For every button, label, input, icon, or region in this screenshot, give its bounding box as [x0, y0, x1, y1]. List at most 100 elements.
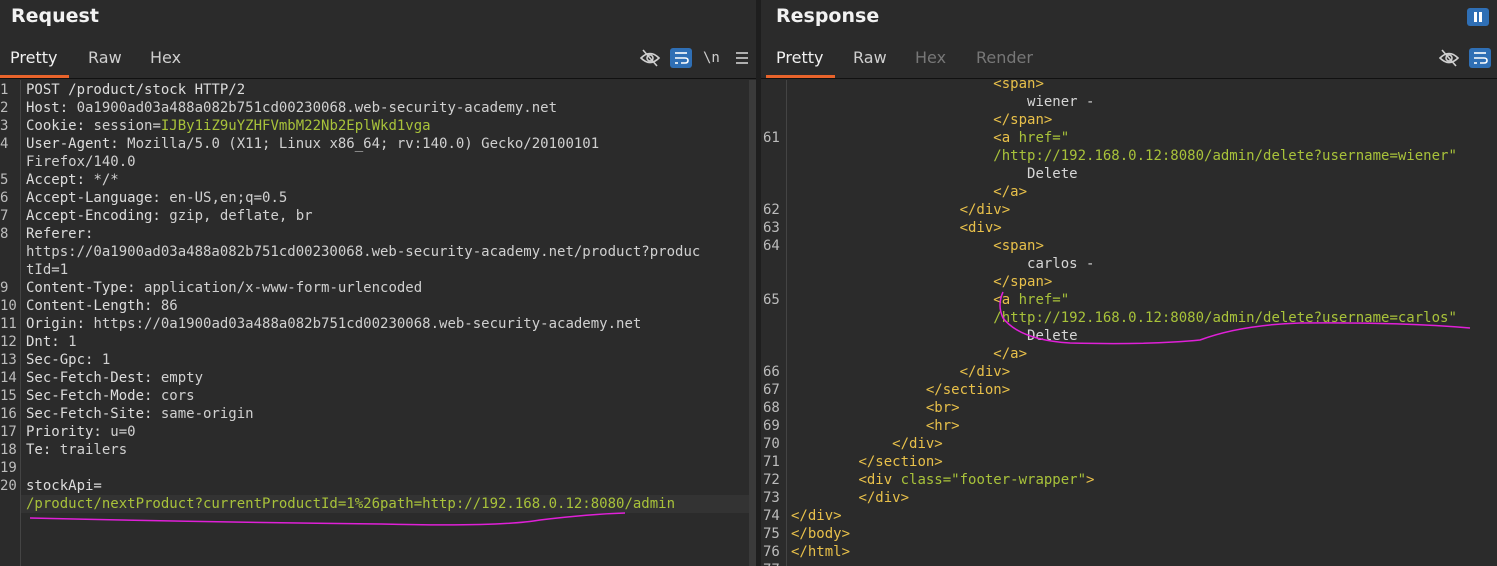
html-tag: </span> [993, 112, 1053, 128]
header-value: 0a1900ad03a488a082b751cd00230068.web-sec… [76, 100, 558, 116]
header-name: Sec-Fetch-Site: [26, 406, 161, 422]
line-number-gutter: 61 62 63 64 65 66 67 68 69 70 71 72 73 74 75 7677 [761, 80, 787, 566]
html-tag: </section> [925, 382, 1011, 398]
response-line: <a href=" [791, 291, 1069, 309]
html-tag: </a> [993, 184, 1028, 200]
html-tag: <span> [993, 238, 1044, 254]
line-number: 5 [0, 172, 9, 188]
line-number: 20 [0, 478, 17, 494]
header-name: Te: [26, 442, 60, 458]
response-editor[interactable]: 61 62 63 64 65 66 67 68 69 70 71 72 73 74 75 7677 <span… [761, 76, 1497, 566]
header-value: same-origin [160, 406, 254, 422]
header-value: u=0 [110, 424, 136, 440]
response-pane: Response Pretty Raw Hex Render 61 62 63 64 6… [761, 0, 1497, 566]
header-name: Sec-Gpc: [26, 352, 102, 368]
header-name: POST /product/stock HTTP/2 [26, 82, 246, 98]
header-value: 86 [160, 298, 178, 314]
request-line: Dnt: 1 [26, 333, 77, 351]
request-line: Referer: [26, 225, 102, 243]
line-number: 74 [763, 508, 780, 524]
header-value: application/x-www-form-urlencoded [144, 280, 423, 296]
request-line: Accept-Encoding: gzip, deflate, br [26, 207, 313, 225]
line-number: 61 [763, 130, 780, 146]
html-tag: <div> [959, 220, 1002, 236]
html-tag: </div> [791, 508, 842, 524]
line-number: 16 [0, 406, 17, 422]
response-line: <br> [791, 399, 960, 417]
request-line: Te: trailers [26, 441, 127, 459]
line-number: 1 [0, 82, 9, 98]
html-tag: </div> [858, 490, 910, 506]
request-line: Host: 0a1900ad03a488a082b751cd00230068.w… [26, 99, 557, 117]
wrap-lines-icon[interactable] [670, 48, 692, 68]
header-name: Accept-Language: [26, 190, 170, 206]
html-tag: <div [858, 472, 901, 488]
line-number: 18 [0, 442, 17, 458]
response-line: </section> [791, 453, 942, 471]
request-line: Firefox/140.0 [26, 153, 136, 171]
html-tag: <a [993, 292, 1019, 308]
line-number: 11 [0, 316, 17, 332]
request-line: tId=1 [26, 261, 68, 279]
html-tag: <hr> [925, 418, 960, 434]
line-number: 2 [0, 100, 9, 116]
header-value: https://0a1900ad03a488a082b751cd00230068… [26, 244, 701, 260]
header-name: Accept: [26, 172, 94, 188]
tab-hex[interactable]: Hex [150, 40, 181, 76]
newline-toggle-icon[interactable]: \n [703, 48, 725, 68]
response-tabs: Pretty Raw Hex Render [761, 40, 1497, 79]
html-text: wiener - [1027, 94, 1095, 110]
header-value: session= [93, 118, 161, 134]
line-number: 12 [0, 334, 17, 350]
line-number: 62 [763, 202, 780, 218]
html-text: Delete [1027, 328, 1078, 344]
request-line: User-Agent: Mozilla/5.0 (X11; Linux x86_… [26, 135, 599, 153]
response-title: Response [776, 5, 880, 27]
line-number: 67 [763, 382, 780, 398]
line-number: 73 [763, 490, 780, 506]
wrap-lines-icon[interactable] [1469, 48, 1491, 68]
line-number: 65 [763, 292, 780, 308]
tab-hex[interactable]: Hex [915, 40, 946, 76]
tab-render[interactable]: Render [976, 40, 1033, 76]
line-number: 13 [0, 352, 17, 368]
request-line: Cookie: session=IJBy1iZ9uYZHFVmbM22Nb2Ep… [26, 117, 431, 135]
tab-pretty[interactable]: Pretty [0, 40, 71, 78]
hide-eye-icon[interactable] [639, 48, 661, 68]
html-attribute: /http://192.168.0.12:8080/admin/delete?u… [993, 310, 1457, 326]
tab-raw[interactable]: Raw [88, 40, 122, 76]
hide-eye-icon[interactable] [1438, 48, 1460, 68]
request-line: Accept: */* [26, 171, 119, 189]
header-value: Mozilla/5.0 (X11; Linux x86_64; rv:140.0… [127, 136, 600, 152]
tab-raw[interactable]: Raw [853, 40, 887, 76]
header-name: User-Agent: [26, 136, 128, 152]
menu-icon[interactable] [732, 48, 754, 68]
line-number: 68 [763, 400, 780, 416]
html-tag: </html> [791, 544, 851, 560]
pause-icon[interactable] [1467, 8, 1489, 26]
html-tag: > [1086, 472, 1095, 488]
html-tag: </body> [791, 526, 851, 542]
request-scrollbar[interactable] [749, 80, 756, 566]
header-name: Referer: [26, 226, 102, 242]
header-name: Host: [26, 100, 77, 116]
request-title: Request [11, 5, 99, 27]
header-name: Content-Type: [26, 280, 145, 296]
html-tag: <a [993, 130, 1019, 146]
html-attribute: class="footer-wrapper" [900, 472, 1087, 488]
header-value: */* [93, 172, 119, 188]
request-line: Accept-Language: en-US,en;q=0.5 [26, 189, 287, 207]
request-line: stockApi= [26, 477, 102, 495]
request-line: Sec-Gpc: 1 [26, 351, 110, 369]
line-number: 8 [0, 226, 9, 242]
html-tag: </span> [993, 274, 1053, 290]
html-attribute: /http://192.168.0.12:8080/admin/delete?u… [993, 148, 1457, 164]
response-line: </span> [791, 111, 1052, 129]
line-number: 4 [0, 136, 9, 152]
header-value: tId=1 [26, 262, 69, 278]
tab-pretty[interactable]: Pretty [765, 40, 837, 78]
request-line: Content-Length: 86 [26, 297, 178, 315]
request-editor[interactable]: 1 2 3 4 5 6 7 8 9 10 11 12 13 14 15 16 17 18 19 20 POST /pr… [0, 80, 756, 566]
request-line: Priority: u=0 [26, 423, 136, 441]
header-value: Firefox/140.0 [26, 154, 136, 170]
